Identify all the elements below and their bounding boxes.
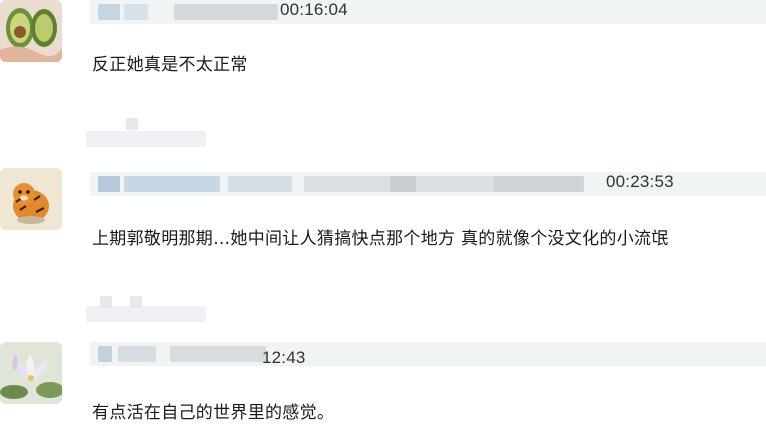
avatar[interactable] [0,0,62,62]
comment-text: 有点活在自己的世界里的感觉。 [92,403,335,423]
blurred-reply-mark [130,296,142,308]
comment-time: 12:43 [262,348,306,367]
blurred-username [118,346,156,362]
blurred-date [494,176,584,192]
blurred-date [174,4,278,20]
blurred-username [124,4,148,20]
blurred-date [170,346,266,362]
avatar[interactable] [0,168,62,230]
avocado-icon [0,0,62,62]
blurred-username [228,176,292,192]
blurred-username [98,176,120,192]
comment-time: 00:23:53 [606,172,674,191]
comment-list: 00:16:04 反正她真是不太正常 00:23:53 上期郭敬明那期…她中间让… [0,0,766,427]
tiger-icon [0,168,62,230]
comment-item: 12:43 有点活在自己的世界里的感觉。 [0,342,766,427]
comment-time: 00:16:04 [280,0,348,19]
blurred-date [390,176,416,192]
comment-text: 上期郭敬明那期…她中间让人猜搞快点那个地方 真的就像个没文化的小流氓 [92,229,669,249]
comment-meta-bar: 00:23:53 [90,172,766,196]
comment-meta-bar: 00:16:04 [90,0,766,24]
blurred-reply-strip [86,131,206,147]
avatar[interactable] [0,342,62,404]
comment-item: 00:16:04 反正她真是不太正常 [0,0,766,147]
blurred-username [98,346,112,362]
comment-text: 反正她真是不太正常 [92,55,248,75]
lotus-icon [0,342,62,404]
comment-meta-bar: 12:43 [90,342,766,367]
blurred-reply-mark [100,296,112,308]
blurred-username [98,4,120,20]
blurred-reply-mark [126,118,138,130]
blurred-username [124,176,220,192]
comment-item: 00:23:53 上期郭敬明那期…她中间让人猜搞快点那个地方 真的就像个没文化的… [0,168,766,322]
blurred-reply-strip [86,306,206,322]
